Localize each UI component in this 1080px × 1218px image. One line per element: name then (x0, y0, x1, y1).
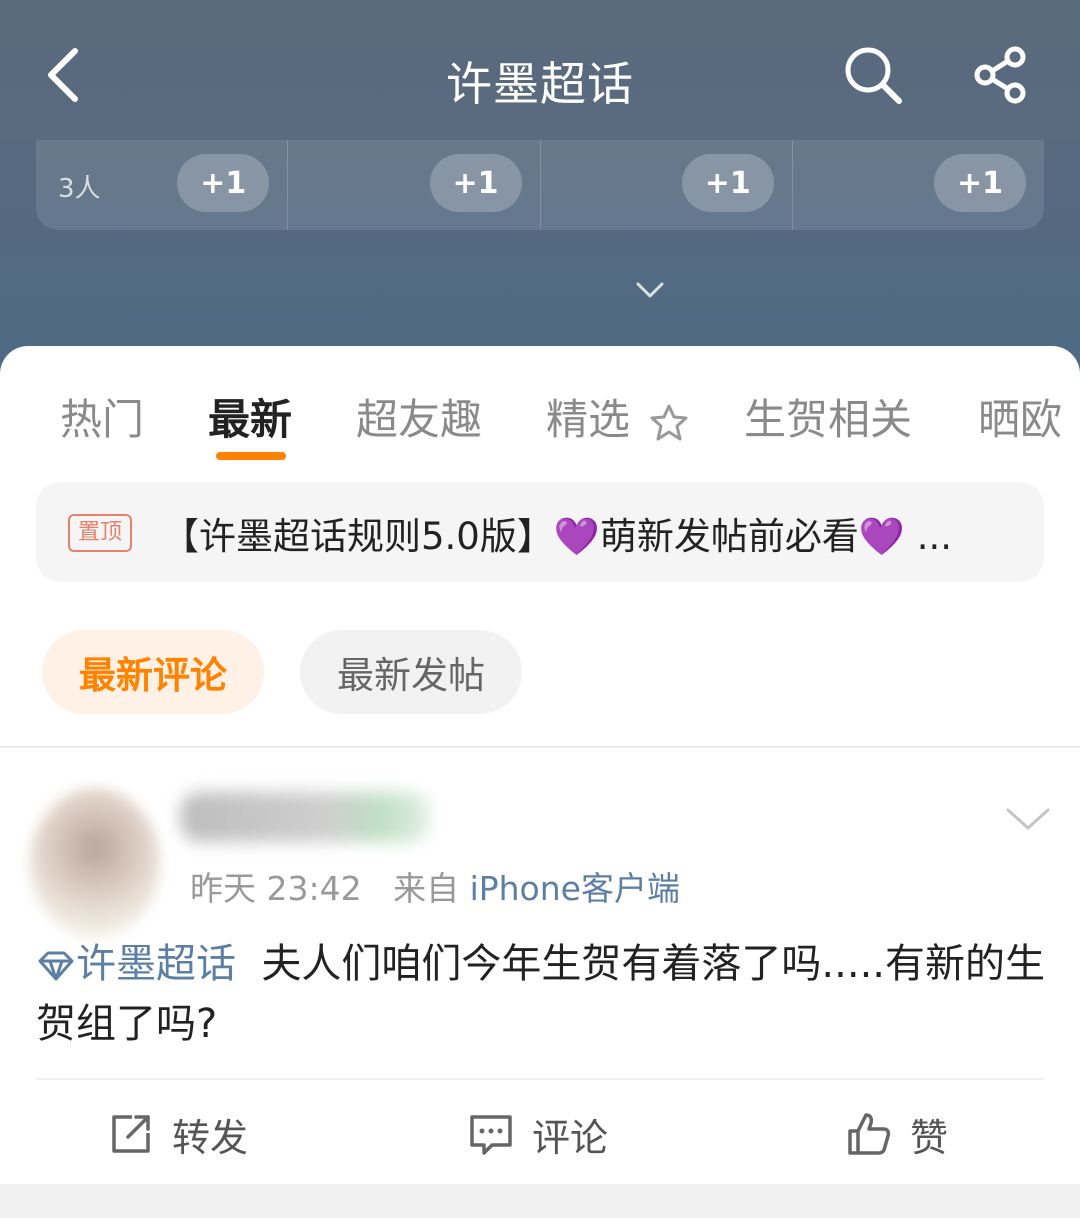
thumbs-up-icon (848, 1113, 891, 1155)
search-icon (845, 47, 902, 104)
comment-icon (470, 1115, 512, 1155)
pinned-title: 【许墨超话规则5.0版】💜萌新发帖前必看💜 ... (162, 515, 953, 558)
pinned-badge: 置顶 (68, 514, 133, 552)
stat-cell: +1 (541, 140, 793, 230)
username-redacted[interactable] (180, 792, 430, 842)
post-source-prefix: 来自 (393, 869, 460, 908)
like-label: 赞 (910, 1115, 949, 1160)
filter-latest-comments[interactable]: 最新评论 (42, 630, 264, 714)
stat-cell: 3人 +1 (36, 140, 289, 230)
pinned-post[interactable]: 置顶 【许墨超话规则5.0版】💜萌新发帖前必看💜 ... (36, 482, 1044, 582)
repost-icon (112, 1115, 150, 1153)
post-source[interactable]: iPhone客户端 (470, 869, 680, 908)
navbar: 许墨超话 (0, 0, 1080, 140)
chevron-down-icon[interactable] (1004, 804, 1052, 834)
checkin-stats-strip: 3人 +1 +1 +1 +1 (36, 140, 1044, 230)
like-button[interactable]: 赞 (846, 1104, 948, 1164)
expand-chevron-down-icon[interactable] (634, 274, 666, 306)
search-button[interactable] (838, 40, 908, 110)
stat-count: 3人 (58, 174, 101, 204)
comment-button[interactable]: 评论 (468, 1104, 608, 1164)
topic-label: 许墨超话 (76, 941, 236, 987)
stat-cell: +1 (288, 140, 541, 230)
avatar[interactable] (30, 788, 160, 938)
tab-featured[interactable]: 精选 (546, 386, 691, 447)
feed-card: 热门 最新 超友趣 精选 生贺相关 晒欧 置顶 【许墨超话规则5.0版】💜萌新发… (0, 346, 1080, 746)
post-meta: 昨天 23:42 来自 iPhone客户端 (190, 862, 680, 910)
next-post-peek (0, 1184, 1080, 1218)
post-content[interactable]: 许墨超话 夫人们咱们今年生贺有着落了吗.....有新的生贺组了吗? (36, 934, 1046, 1054)
plus-one-button[interactable]: +1 (429, 154, 522, 212)
stat-cell: +1 (793, 140, 1044, 230)
diamond-icon (38, 951, 74, 981)
tab-hot[interactable]: 热门 (60, 386, 144, 447)
comment-label: 评论 (532, 1115, 609, 1160)
feed-post: 昨天 23:42 来自 iPhone客户端 许墨超话 夫人们咱们今年生贺有着落了… (0, 748, 1080, 1184)
repost-button[interactable]: 转发 (108, 1104, 248, 1164)
tab-show-luck[interactable]: 晒欧 (978, 386, 1062, 447)
share-button[interactable] (966, 40, 1036, 110)
topic-link[interactable]: 许墨超话 (36, 941, 236, 987)
star-badge-icon (650, 404, 688, 440)
actions-divider (36, 1078, 1044, 1080)
tab-featured-label: 精选 (546, 395, 631, 444)
share-icon (974, 46, 1026, 104)
plus-one-button[interactable]: +1 (934, 154, 1026, 212)
tab-bar: 热门 最新 超友趣 精选 生贺相关 晒欧 (0, 386, 1080, 456)
tab-friends-fun[interactable]: 超友趣 (356, 386, 482, 447)
plus-one-button[interactable]: +1 (681, 154, 774, 212)
tab-latest[interactable]: 最新 (208, 386, 292, 447)
filter-latest-posts[interactable]: 最新发帖 (300, 630, 522, 714)
plus-one-button[interactable]: +1 (177, 154, 270, 212)
tab-birthday[interactable]: 生贺相关 (744, 386, 912, 447)
active-tab-indicator (216, 452, 286, 460)
page-title: 许墨超话 (446, 57, 634, 111)
post-time: 昨天 23:42 (190, 869, 362, 908)
repost-label: 转发 (172, 1115, 249, 1160)
